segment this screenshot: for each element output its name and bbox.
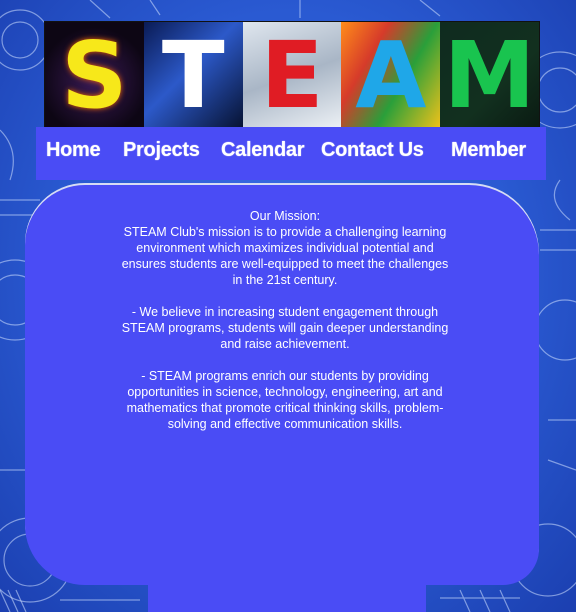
banner-tile-m: M [440, 22, 539, 130]
mission-paragraph-3: - STEAM programs enrich our students by … [126, 369, 444, 431]
banner-tile-a: A [341, 22, 441, 130]
mission-paragraph-1: STEAM Club's mission is to provide a cha… [121, 225, 449, 287]
steam-banner: S T E A M [44, 21, 540, 131]
mission-content: Our Mission: STEAM Club's mission is to … [120, 208, 450, 448]
main-nav: Home Projects Calendar Contact Us Member [36, 127, 546, 180]
mission-panel-footer [148, 578, 426, 612]
banner-letter-m: M [443, 22, 536, 129]
nav-projects-link[interactable]: Projects [123, 139, 200, 162]
nav-calendar-link[interactable]: Calendar [221, 139, 304, 162]
banner-tile-e: E [242, 22, 342, 130]
banner-letter-e: E [260, 22, 324, 129]
nav-contact-us-link[interactable]: Contact Us [321, 139, 424, 162]
banner-tile-t: T [143, 22, 243, 130]
mission-paragraph-2: - We believe in increasing student engag… [121, 305, 449, 351]
banner-letter-a: A [355, 22, 427, 129]
nav-home-link[interactable]: Home [46, 139, 101, 162]
banner-letter-s: S [61, 22, 128, 129]
mission-title: Our Mission: [249, 209, 321, 223]
banner-letter-t: T [161, 22, 225, 129]
nav-member-link[interactable]: Member [451, 139, 526, 162]
banner-tile-s: S [45, 22, 144, 130]
